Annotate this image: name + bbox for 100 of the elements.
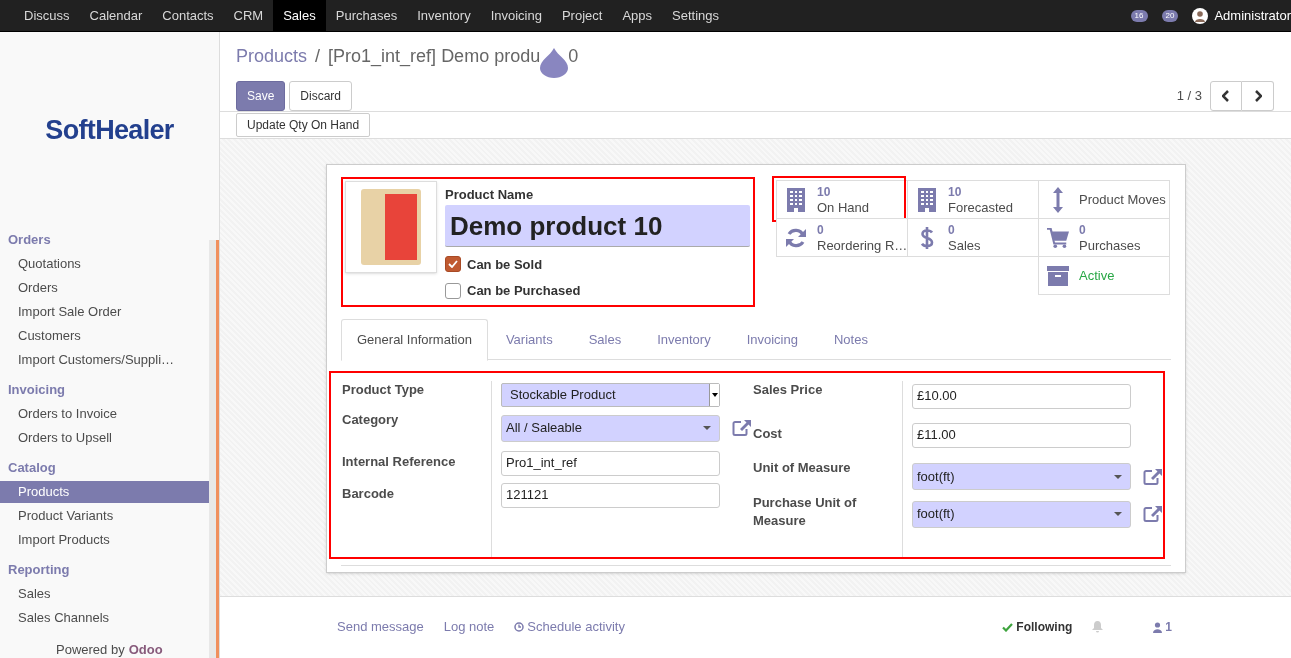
input-field[interactable]: £11.00	[912, 422, 1131, 448]
stat-value: 0	[1079, 222, 1087, 238]
checkbox[interactable]	[445, 256, 461, 273]
sidebar-item[interactable]: Quotations	[0, 253, 209, 275]
menu-item[interactable]: Settings	[662, 0, 730, 31]
menu-item[interactable]: Inventory	[407, 0, 481, 31]
menu-item[interactable]: Discuss	[14, 0, 80, 31]
followers-button[interactable]: 1	[1153, 618, 1172, 636]
clock-icon	[514, 622, 525, 632]
smart-button[interactable]: 0 Reordering R…	[776, 218, 908, 257]
field-label: Internal Reference	[342, 453, 457, 471]
activity-badge[interactable]: 16	[1130, 9, 1148, 22]
select-field[interactable]: All / Saleable	[501, 414, 720, 442]
sidebar-item[interactable]: Sales	[0, 583, 209, 605]
breadcrumb-title: [Pro1_int_ref] Demo produ	[328, 44, 541, 69]
stat-label: Forecasted	[948, 199, 1014, 215]
menu-item[interactable]: Sales	[273, 0, 326, 31]
stat-label: Sales	[948, 237, 981, 253]
powered-by-text: Powered by	[56, 642, 125, 657]
tab[interactable]: General Information	[341, 319, 488, 361]
chevron-left-icon	[1222, 90, 1230, 102]
check-icon	[1002, 622, 1014, 632]
sidebar-section-title: Catalog	[7, 459, 57, 478]
softhealer-logo: SoftHealer	[45, 113, 174, 147]
menu-item[interactable]: Project	[551, 0, 613, 31]
sidebar-section-title: Reporting	[7, 561, 71, 580]
sidebar-item[interactable]: Product Variants	[0, 505, 209, 527]
stat-value: 10	[948, 184, 963, 200]
input-field[interactable]: £10.00	[912, 383, 1131, 409]
chatter-link[interactable]: Log note	[443, 617, 495, 637]
menu-item[interactable]: Apps	[612, 0, 663, 31]
sidebar-item[interactable]: Orders	[0, 277, 209, 299]
external-link-icon[interactable]	[1143, 467, 1163, 486]
tab[interactable]: Notes	[815, 319, 886, 360]
tab[interactable]: Invoicing	[728, 319, 816, 360]
menu-item[interactable]: Contacts	[152, 0, 224, 31]
breadcrumb-link[interactable]: Products	[236, 42, 308, 70]
building-icon	[785, 187, 807, 212]
field-label: Unit of Measure	[753, 459, 852, 477]
refresh-icon	[785, 226, 807, 249]
sidebar-item[interactable]: Customers	[0, 325, 209, 347]
save-button[interactable]: Save	[236, 81, 286, 111]
select-field[interactable]: Stockable Product	[501, 383, 720, 407]
menu-item[interactable]: Calendar	[79, 0, 153, 31]
field-label: Sales Price	[753, 381, 824, 399]
checkbox-label: Can be Purchased	[467, 282, 581, 300]
external-link-icon[interactable]	[732, 419, 752, 437]
field-label: Purchase Unit of Measure	[753, 494, 858, 530]
sidebar-item[interactable]: Sales Channels	[0, 607, 209, 629]
checkbox-label: Can be Sold	[467, 255, 543, 274]
smart-button[interactable]: Product Moves	[1038, 180, 1170, 219]
following-button[interactable]: Following	[1002, 618, 1073, 636]
select-field[interactable]: foot(ft)	[912, 463, 1131, 490]
status-label: Active	[1079, 268, 1115, 283]
stat-value: 0	[948, 222, 956, 238]
breadcrumb-title: 0	[568, 44, 579, 68]
sidebar-section-title: Orders	[7, 231, 52, 250]
select-field[interactable]: foot(ft)	[912, 500, 1131, 528]
sidebar-item[interactable]: Import Sale Order	[0, 301, 209, 323]
sidebar-item[interactable]: Orders to Upsell	[0, 427, 209, 449]
message-badge[interactable]: 20	[1161, 9, 1179, 22]
person-icon	[1153, 621, 1163, 633]
stat-label: Product Moves	[1079, 192, 1166, 207]
sidebar-item[interactable]: Import Customers/Suppli…	[0, 349, 209, 371]
chatter-link[interactable]: Send message	[337, 617, 424, 637]
sidebar-item[interactable]: Import Products	[0, 529, 209, 551]
caret-icon	[1114, 512, 1122, 516]
menu-item[interactable]: Purchases	[325, 0, 408, 31]
tab[interactable]: Sales	[570, 319, 640, 360]
stat-label: Reordering R…	[817, 237, 908, 253]
pager-value: 1 / 3	[1176, 87, 1202, 106]
menu-item[interactable]: Invoicing	[480, 0, 552, 31]
stat-value: 0	[817, 222, 825, 238]
stat-label: Purchases	[1079, 237, 1141, 253]
tab[interactable]: Variants	[487, 319, 571, 360]
checkbox[interactable]	[445, 282, 461, 299]
discard-button[interactable]: Discard	[289, 81, 353, 111]
tab[interactable]: Inventory	[639, 319, 729, 360]
field-label: Category	[342, 411, 400, 429]
external-link-icon[interactable]	[1143, 505, 1163, 523]
user-avatar	[1192, 7, 1209, 24]
update-qty-button[interactable]: Update Qty On Hand	[236, 113, 371, 137]
field-label: Cost	[753, 425, 783, 443]
field-label: Product Type	[342, 381, 426, 399]
stat-value: 10	[817, 184, 832, 200]
drop-icon	[540, 48, 569, 78]
next-button[interactable]	[1242, 81, 1274, 111]
caret-icon	[1114, 474, 1122, 479]
previous-button[interactable]	[1210, 81, 1242, 111]
user-name[interactable]: Administrator	[1214, 5, 1291, 26]
menu-item[interactable]: CRM	[223, 0, 274, 31]
input-field[interactable]: 121121	[501, 482, 720, 508]
odoo-link[interactable]: Odoo	[128, 642, 163, 657]
archive-icon	[1047, 265, 1069, 286]
sidebar-item[interactable]: Orders to Invoice	[0, 403, 209, 425]
chatter-link[interactable]: Schedule activity	[514, 617, 625, 637]
sidebar-item[interactable]: Products	[0, 481, 209, 503]
input-field[interactable]: Pro1_int_ref	[501, 450, 720, 476]
product-name-field[interactable]: Demo product 10	[445, 204, 750, 247]
field-label: Product Name	[445, 186, 535, 204]
